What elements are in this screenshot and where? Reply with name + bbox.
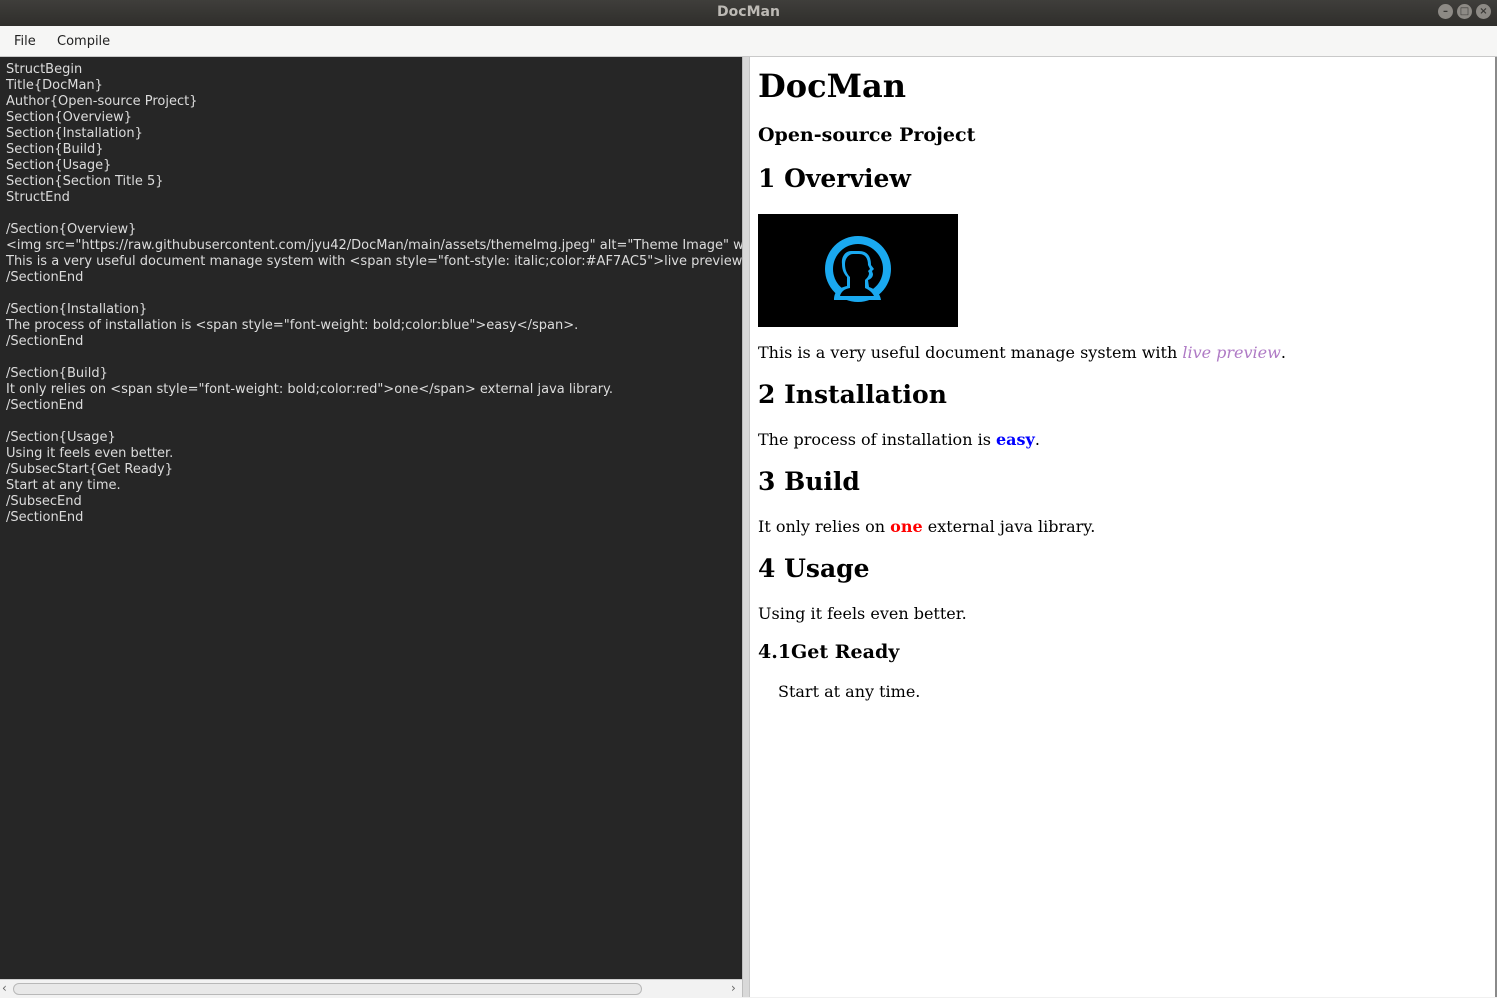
section-paragraph: Using it feels even better. bbox=[758, 604, 967, 623]
scrollbar-thumb[interactable] bbox=[13, 983, 642, 995]
section-heading: 2 Installation bbox=[758, 380, 947, 409]
section-paragraph: This is a very useful document manage sy… bbox=[758, 343, 1286, 362]
scroll-right-icon[interactable]: › bbox=[731, 981, 736, 995]
live-preview-link-text: live preview bbox=[1182, 343, 1281, 362]
maximize-icon[interactable]: □ bbox=[1457, 4, 1472, 19]
close-icon[interactable]: × bbox=[1476, 4, 1491, 19]
editor-horizontal-scrollbar[interactable]: ‹ › bbox=[0, 979, 742, 998]
section-heading: 4 Usage bbox=[758, 554, 870, 583]
preview-pane: DocMan Open-source Project 1 Overview Th… bbox=[750, 57, 1496, 997]
highlight-text: one bbox=[890, 517, 923, 536]
source-text[interactable]: StructBegin Title{DocMan} Author{Open-so… bbox=[0, 57, 742, 531]
highlight-text: easy bbox=[996, 430, 1035, 449]
doc-author: Open-source Project bbox=[758, 124, 976, 146]
subsection-paragraph: Start at any time. bbox=[778, 682, 921, 701]
menubar: File Compile bbox=[0, 26, 1497, 57]
split-pane-divider[interactable] bbox=[742, 57, 750, 997]
window-controls: – □ × bbox=[1438, 4, 1491, 19]
window-title: DocMan bbox=[717, 4, 780, 20]
theme-image bbox=[758, 214, 958, 327]
window-titlebar: DocMan – □ × bbox=[0, 0, 1497, 26]
subsection-heading: 4.1Get Ready bbox=[758, 641, 900, 663]
section-heading: 3 Build bbox=[758, 467, 860, 496]
menu-file[interactable]: File bbox=[14, 34, 36, 49]
section-paragraph: The process of installation is easy. bbox=[758, 430, 1040, 449]
section-paragraph: It only relies on one external java libr… bbox=[758, 517, 1096, 536]
doc-title: DocMan bbox=[758, 67, 906, 105]
menu-compile[interactable]: Compile bbox=[57, 34, 110, 49]
scroll-left-icon[interactable]: ‹ bbox=[2, 981, 7, 995]
source-editor[interactable]: StructBegin Title{DocMan} Author{Open-so… bbox=[0, 57, 742, 979]
minimize-icon[interactable]: – bbox=[1438, 4, 1453, 19]
section-heading: 1 Overview bbox=[758, 164, 911, 193]
